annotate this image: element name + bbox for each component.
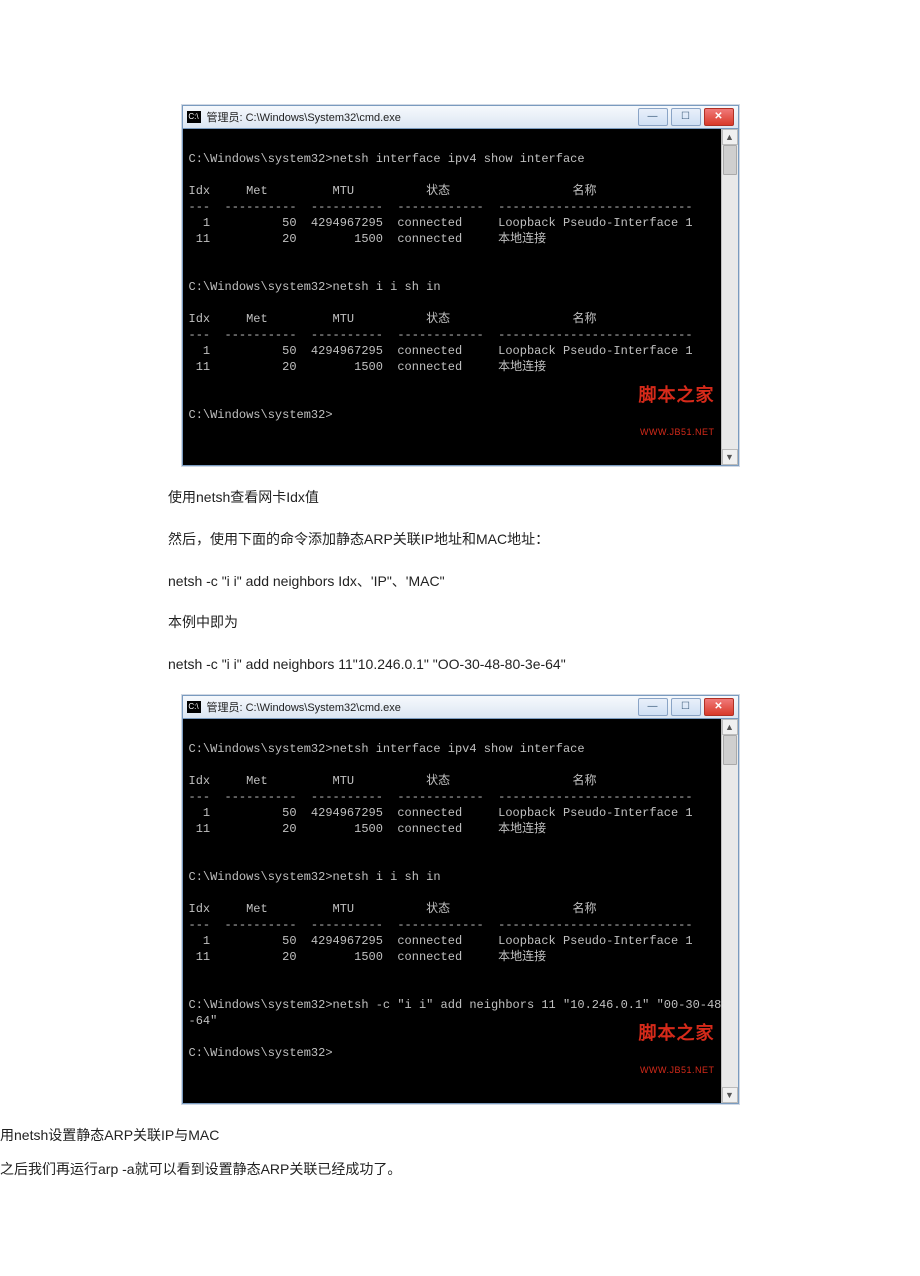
scroll-thumb[interactable] bbox=[723, 145, 737, 175]
watermark-main: 脚本之家 bbox=[639, 1024, 715, 1042]
scroll-track[interactable] bbox=[722, 145, 738, 449]
maximize-button[interactable]: ☐ bbox=[671, 108, 701, 126]
scroll-track[interactable] bbox=[722, 735, 738, 1087]
terminal-text: C:\Windows\system32>netsh interface ipv4… bbox=[189, 152, 693, 422]
para-5: netsh -c "i i" add neighbors 11"10.246.0… bbox=[168, 653, 768, 677]
vertical-scrollbar[interactable]: ▲ ▼ bbox=[721, 719, 738, 1103]
titlebar[interactable]: C:\ 管理员: C:\Windows\System32\cmd.exe — ☐… bbox=[183, 696, 738, 719]
cmd-window-2: C:\ 管理员: C:\Windows\System32\cmd.exe — ☐… bbox=[182, 695, 739, 1104]
close-button[interactable]: ✕ bbox=[704, 698, 734, 716]
cmd-window-1: C:\ 管理员: C:\Windows\System32\cmd.exe — ☐… bbox=[182, 105, 739, 466]
watermark-sub: WWW.JB51.NET bbox=[639, 1066, 715, 1075]
window-buttons: — ☐ ✕ bbox=[638, 108, 734, 126]
vertical-scrollbar[interactable]: ▲ ▼ bbox=[721, 129, 738, 465]
scroll-up-button[interactable]: ▲ bbox=[722, 719, 738, 735]
cmd-icon: C:\ bbox=[187, 701, 201, 713]
para-1: 使用netsh查看网卡Idx值 bbox=[168, 486, 768, 510]
window-client-area: C:\Windows\system32>netsh interface ipv4… bbox=[183, 129, 738, 465]
window-buttons: — ☐ ✕ bbox=[638, 698, 734, 716]
para-3: netsh -c "i i" add neighbors Idx、'IP"、'M… bbox=[168, 570, 768, 594]
window-client-area: C:\Windows\system32>netsh interface ipv4… bbox=[183, 719, 738, 1103]
page-root: C:\ 管理员: C:\Windows\System32\cmd.exe — ☐… bbox=[0, 0, 920, 1272]
minimize-button[interactable]: — bbox=[638, 108, 668, 126]
watermark: 脚本之家 WWW.JB51.NET bbox=[639, 362, 715, 461]
terminal-output[interactable]: C:\Windows\system32>netsh interface ipv4… bbox=[183, 719, 721, 1103]
cmd-icon: C:\ bbox=[187, 111, 201, 123]
watermark-sub: WWW.JB51.NET bbox=[639, 428, 715, 437]
terminal-output[interactable]: C:\Windows\system32>netsh interface ipv4… bbox=[183, 129, 721, 465]
bottom-para-1: 用netsh设置静态ARP关联IP与MAC bbox=[0, 1124, 900, 1148]
scroll-down-button[interactable]: ▼ bbox=[722, 1087, 738, 1103]
scroll-down-button[interactable]: ▼ bbox=[722, 449, 738, 465]
window-title: 管理员: C:\Windows\System32\cmd.exe bbox=[207, 699, 638, 715]
article-text: 使用netsh查看网卡Idx值 然后，使用下面的命令添加静态ARP关联IP地址和… bbox=[0, 486, 768, 677]
maximize-button[interactable]: ☐ bbox=[671, 698, 701, 716]
bottom-para-2: 之后我们再运行arp -a就可以看到设置静态ARP关联已经成功了。 bbox=[0, 1158, 900, 1182]
scroll-up-button[interactable]: ▲ bbox=[722, 129, 738, 145]
watermark-main: 脚本之家 bbox=[639, 386, 715, 404]
close-button[interactable]: ✕ bbox=[704, 108, 734, 126]
para-4: 本例中即为 bbox=[168, 611, 768, 635]
minimize-button[interactable]: — bbox=[638, 698, 668, 716]
article-bottom: 用netsh设置静态ARP关联IP与MAC 之后我们再运行arp -a就可以看到… bbox=[0, 1124, 900, 1182]
scroll-thumb[interactable] bbox=[723, 735, 737, 765]
window-title: 管理员: C:\Windows\System32\cmd.exe bbox=[207, 109, 638, 125]
watermark: 脚本之家 WWW.JB51.NET bbox=[639, 1000, 715, 1099]
para-2: 然后，使用下面的命令添加静态ARP关联IP地址和MAC地址： bbox=[168, 528, 768, 552]
titlebar[interactable]: C:\ 管理员: C:\Windows\System32\cmd.exe — ☐… bbox=[183, 106, 738, 129]
